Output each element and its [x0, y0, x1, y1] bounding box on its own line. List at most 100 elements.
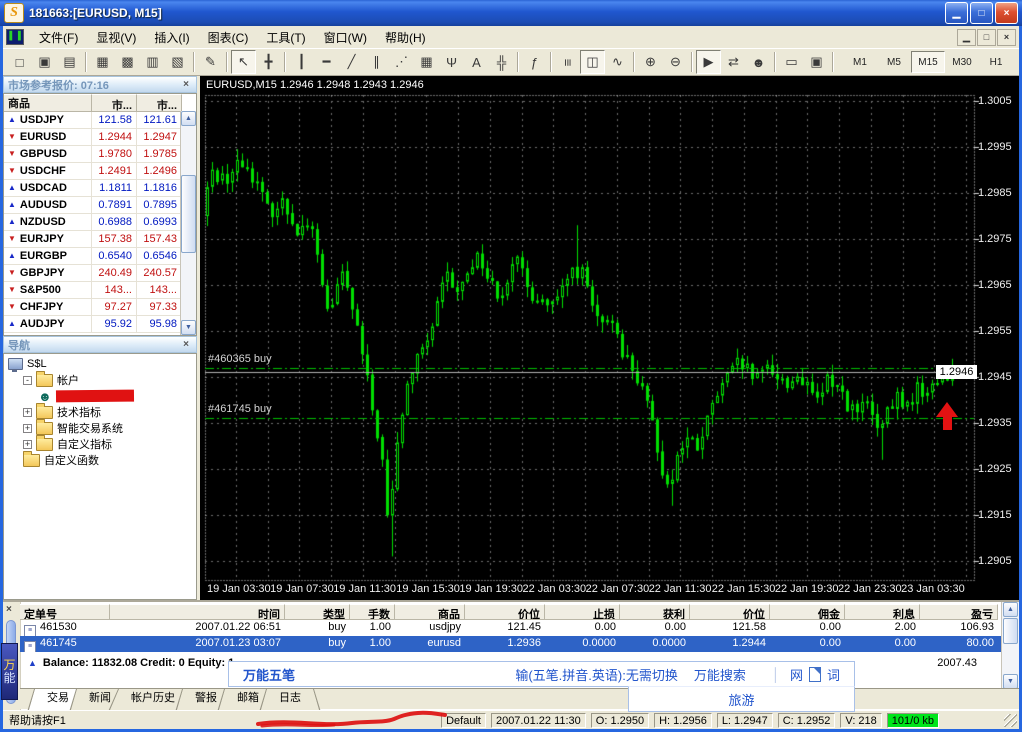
scroll-up-icon[interactable]: ▲	[1003, 602, 1018, 617]
market-watch-row-usdjpy[interactable]: ▲USDJPY121.58121.61	[4, 112, 196, 129]
candlestick-chart-button[interactable]: ◫	[580, 50, 605, 74]
horizontal-line-button[interactable]: ━	[314, 50, 339, 74]
order-row-461745[interactable]: ≡4617452007.01.23 03:07buy1.00eurusd1.29…	[20, 636, 1001, 652]
arrows-tool-button[interactable]: ╬	[489, 50, 514, 74]
navigator-item-account-redacted[interactable]: ☻	[4, 388, 196, 404]
bar-chart-button[interactable]: ≡	[555, 50, 580, 74]
terminal-column-header[interactable]: 价位	[690, 604, 770, 620]
expand-icon[interactable]: +	[23, 440, 32, 449]
expand-icon[interactable]: +	[23, 424, 32, 433]
market-watch-row-usdchf[interactable]: ▼USDCHF1.24911.2496	[4, 163, 196, 180]
market-watch-column-header[interactable]: 市...	[137, 94, 182, 112]
navigator-close-icon[interactable]: ×	[180, 339, 192, 350]
menu-item-c[interactable]: 图表(C)	[199, 26, 258, 49]
zoom-in-button[interactable]: ⊕	[638, 50, 663, 74]
trendline-button[interactable]: ╱	[339, 50, 364, 74]
cursor-button[interactable]: ↖	[231, 50, 256, 74]
terminal-column-header[interactable]: 定单号	[20, 604, 110, 620]
terminal-column-header[interactable]: 手数	[350, 604, 395, 620]
channel-button[interactable]: ∥	[364, 50, 389, 74]
market-watch-row-audjpy[interactable]: ▲AUDJPY95.9295.98	[4, 316, 196, 333]
expert-advisors-button[interactable]: ☻	[746, 50, 771, 74]
terminal-column-header[interactable]: 止损	[545, 604, 620, 620]
market-watch-scrollbar[interactable]: ▲ ▼	[180, 111, 196, 335]
minimize-button[interactable]: ▁	[945, 2, 968, 24]
market-watch-row-gbpjpy[interactable]: ▼GBPJPY240.49240.57	[4, 265, 196, 282]
navigator-item-帐户[interactable]: -帐户	[4, 372, 196, 388]
market-watch-row-eurjpy[interactable]: ▼EURJPY157.38157.43	[4, 231, 196, 248]
market-watch-row-eurusd[interactable]: ▼EURUSD1.29441.2947	[4, 129, 196, 146]
market-watch-row-gbpusd[interactable]: ▼GBPUSD1.97801.9785	[4, 146, 196, 163]
new-chart-button[interactable]: □	[7, 50, 32, 74]
order-row-461530[interactable]: ≡4615302007.01.22 06:51buy1.00usdjpy121.…	[20, 620, 1001, 636]
save-button[interactable]: ▣	[32, 50, 57, 74]
cycle-lines-button[interactable]: Ψ	[439, 50, 464, 74]
timeframe-m5-button[interactable]: M5	[877, 51, 911, 73]
ime-dict-button[interactable]: 词	[827, 665, 840, 684]
zoom-out-button[interactable]: ⊖	[663, 50, 688, 74]
scroll-down-icon[interactable]: ▼	[1003, 674, 1018, 689]
terminal-scrollbar[interactable]: ▲ ▼	[1001, 602, 1019, 690]
vertical-line-button[interactable]: ┃	[289, 50, 314, 74]
ime-toolbar[interactable]: 万能五笔 输(五笔.拼音.英语):无需切换 万能搜索 │ 网 词	[228, 661, 855, 687]
auto-scroll-button[interactable]: ▶	[696, 50, 721, 74]
expand-icon[interactable]: +	[23, 408, 32, 417]
navigator-item-智能交易系统[interactable]: +智能交易系统	[4, 420, 196, 436]
indicators-button[interactable]: ƒ	[522, 50, 547, 74]
menu-item-i[interactable]: 插入(I)	[145, 26, 198, 49]
candlestick-chart[interactable]	[200, 76, 1019, 600]
terminal-column-header[interactable]: 盈亏	[920, 604, 998, 620]
scroll-thumb[interactable]	[1003, 618, 1018, 644]
scroll-thumb[interactable]	[181, 175, 196, 253]
market-watch-row-eurgbp[interactable]: ▲EURGBP0.65400.6546	[4, 248, 196, 265]
text-button[interactable]: A	[464, 50, 489, 74]
market-watch-row-chfjpy[interactable]: ▼CHFJPY97.2797.33	[4, 299, 196, 316]
market-watch-row-audusd[interactable]: ▲AUDUSD0.78910.7895	[4, 197, 196, 214]
chart-window-icon[interactable]: ▌▐	[6, 29, 24, 45]
grid-button[interactable]: ▦	[414, 50, 439, 74]
title-bar[interactable]: S 181663:[EURUSD, M15] ▁ □ ×	[0, 0, 1022, 26]
ime-suggestion[interactable]: 旅游	[728, 690, 754, 709]
market-watch-column-header[interactable]: 市...	[92, 94, 137, 112]
new-order-button[interactable]: ✎	[198, 50, 223, 74]
timeframe-h4-button[interactable]: H4	[1013, 51, 1022, 73]
terminal-column-header[interactable]: 利息	[845, 604, 920, 620]
fibonacci-button[interactable]: ⋰	[389, 50, 414, 74]
mdi-minimize-button[interactable]: ▁	[957, 29, 976, 46]
mdi-close-button[interactable]: ×	[997, 29, 1016, 46]
collapse-icon[interactable]: -	[23, 376, 32, 385]
profiles-button[interactable]: ▣	[804, 50, 829, 74]
crosshair-button[interactable]: ╋	[256, 50, 281, 74]
terminal-column-header[interactable]: 类型	[285, 604, 350, 620]
ime-document-icon[interactable]	[809, 667, 821, 682]
timeframe-h1-button[interactable]: H1	[979, 51, 1013, 73]
ime-suggestion-bar[interactable]: 旅游	[628, 686, 855, 712]
navigator-item-技术指标[interactable]: +技术指标	[4, 404, 196, 420]
chart-area[interactable]: EURUSD,M15 1.2946 1.2948 1.2943 1.2946 1…	[200, 76, 1019, 600]
templates-button[interactable]: ▭	[779, 50, 804, 74]
navigator-item-S$L[interactable]: S$L	[4, 356, 196, 372]
navigator-item-自定义指标[interactable]: +自定义指标	[4, 436, 196, 452]
line-chart-button[interactable]: ∿	[605, 50, 630, 74]
market-watch-row-s&p500[interactable]: ▼S&P500143...143...	[4, 282, 196, 299]
mdi-restore-button[interactable]: □	[977, 29, 996, 46]
terminal-column-header[interactable]: 价位	[465, 604, 545, 620]
navigator-item-自定义函数[interactable]: 自定义函数	[4, 452, 196, 468]
ime-tray-icon[interactable]: 万 能	[1, 643, 18, 700]
market-watch-row-usdcad[interactable]: ▲USDCAD1.18111.1816	[4, 180, 196, 197]
market-watch-column-header[interactable]: 商品	[4, 94, 92, 112]
chart-shift-button[interactable]: ⇄	[721, 50, 746, 74]
terminal-column-header[interactable]: 获利	[620, 604, 690, 620]
timeframe-m30-button[interactable]: M30	[945, 51, 979, 73]
scroll-down-icon[interactable]: ▼	[181, 320, 196, 335]
timeframe-m1-button[interactable]: M1	[843, 51, 877, 73]
resize-grip[interactable]	[1004, 714, 1017, 727]
terminal-column-header[interactable]: 时间	[110, 604, 285, 620]
terminal-close-icon[interactable]: ×	[6, 604, 12, 615]
navigator-button[interactable]: ▩	[115, 50, 140, 74]
terminal-button[interactable]: ▥	[140, 50, 165, 74]
restore-button[interactable]: □	[970, 2, 993, 24]
terminal-column-header[interactable]: 商品	[395, 604, 465, 620]
menu-item-w[interactable]: 窗口(W)	[315, 26, 376, 49]
ime-web-button[interactable]: 网	[790, 665, 803, 684]
